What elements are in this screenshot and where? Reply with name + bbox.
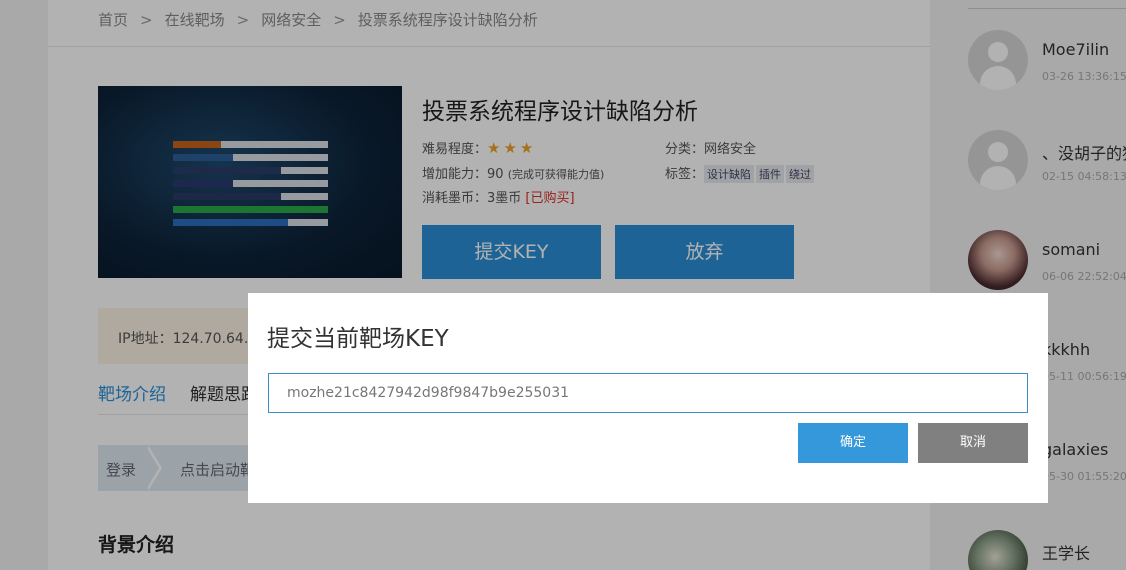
dialog-title: 提交当前靶场KEY	[267, 326, 449, 352]
submit-key-dialog: 提交当前靶场KEY 确定 取消	[248, 293, 1048, 503]
cancel-button[interactable]: 取消	[918, 423, 1028, 463]
key-input[interactable]	[268, 373, 1028, 413]
confirm-button[interactable]: 确定	[798, 423, 908, 463]
